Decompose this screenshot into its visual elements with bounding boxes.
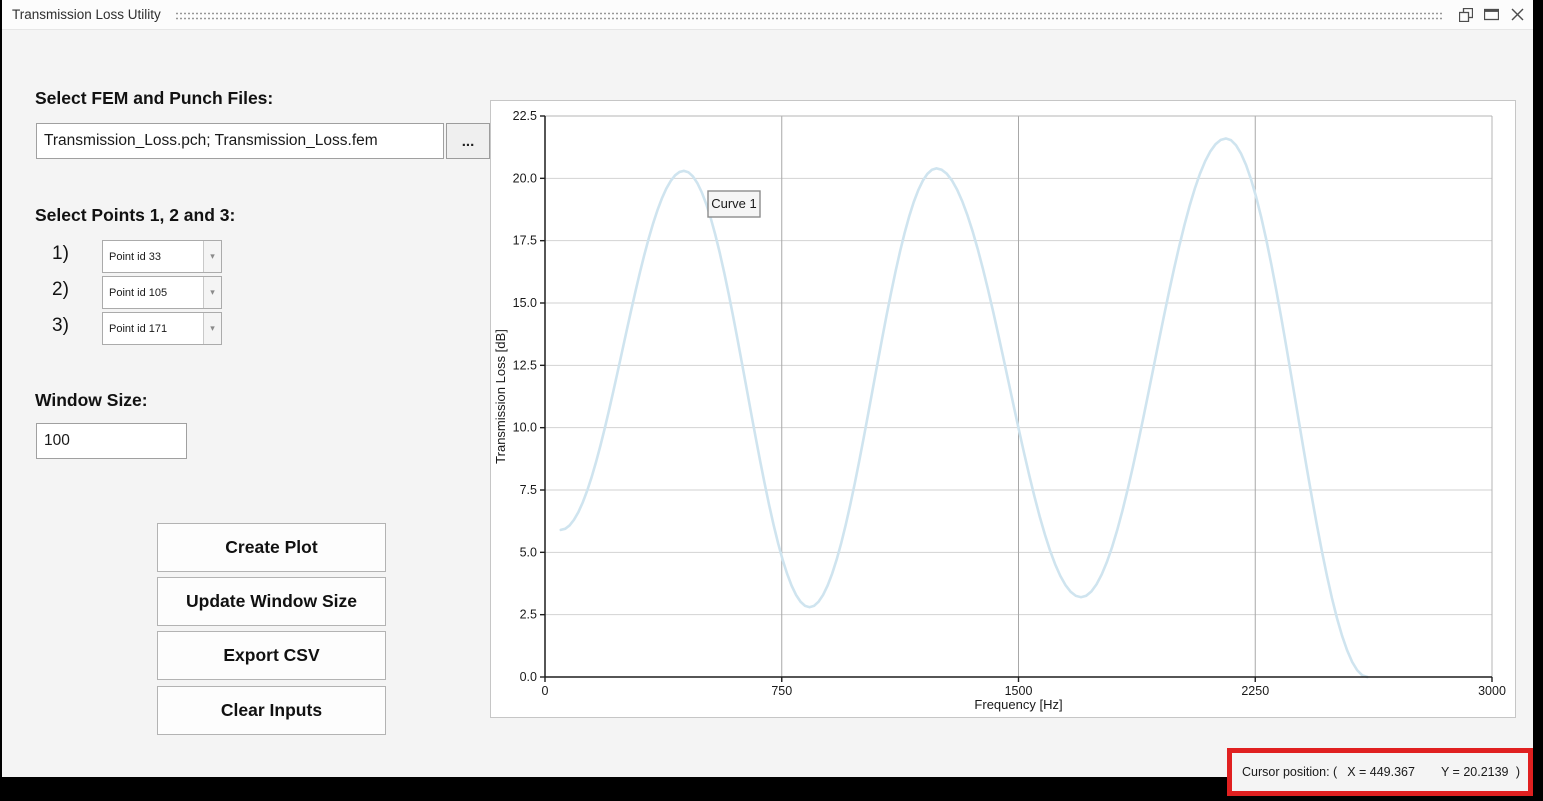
svg-text:22.5: 22.5 <box>513 109 537 123</box>
point3-label: 3) <box>52 315 69 336</box>
point1-dropdown[interactable]: Point id 33 ▾ <box>102 240 222 273</box>
svg-text:10.0: 10.0 <box>513 421 537 435</box>
point1-label: 1) <box>52 243 69 264</box>
svg-text:Frequency [Hz]: Frequency [Hz] <box>974 697 1062 712</box>
clear-inputs-button[interactable]: Clear Inputs <box>157 686 386 735</box>
points-section-heading: Select Points 1, 2 and 3: <box>35 205 236 225</box>
svg-text:1500: 1500 <box>1005 684 1033 698</box>
cursor-position-suffix: ) <box>1515 765 1520 779</box>
restore-icon[interactable] <box>1458 7 1473 22</box>
chart-panel: 0.0 2.5 5.0 7.5 10.0 12.5 15.0 17.5 20.0 22.5 0 750… <box>490 100 1516 718</box>
point3-dropdown-value: Point id 171 <box>109 322 168 335</box>
export-csv-button[interactable]: Export CSV <box>157 631 386 680</box>
svg-text:15.0: 15.0 <box>513 296 537 310</box>
point2-label: 2) <box>52 279 69 300</box>
svg-text:2250: 2250 <box>1241 684 1269 698</box>
cursor-position-highlight-box: Cursor position: ( X = 449.367 Y = 20.21… <box>1227 748 1533 796</box>
svg-text:3000: 3000 <box>1478 684 1506 698</box>
svg-text:Transmission Loss [dB]: Transmission Loss [dB] <box>493 329 508 464</box>
window-size-heading: Window Size: <box>35 390 148 410</box>
app-window: Transmission Loss Utility Select FEM and… <box>2 0 1533 777</box>
transmission-loss-chart[interactable]: 0.0 2.5 5.0 7.5 10.0 12.5 15.0 17.5 20.0 22.5 0 750… <box>491 101 1515 716</box>
cursor-x-readout: X = 449.367 <box>1347 765 1415 779</box>
svg-text:12.5: 12.5 <box>513 358 537 372</box>
chevron-down-icon[interactable]: ▾ <box>203 313 221 344</box>
file-path-input[interactable]: Transmission_Loss.pch; Transmission_Loss… <box>36 123 444 159</box>
cursor-y-readout: Y = 20.2139 <box>1440 765 1509 779</box>
svg-text:5.0: 5.0 <box>520 545 537 559</box>
chevron-down-icon[interactable]: ▾ <box>203 277 221 308</box>
window-title: Transmission Loss Utility <box>12 7 161 22</box>
screen: Transmission Loss Utility Select FEM and… <box>0 0 1543 801</box>
svg-text:7.5: 7.5 <box>520 483 537 497</box>
file-section-heading: Select FEM and Punch Files: <box>35 88 274 108</box>
maximize-icon[interactable] <box>1484 7 1499 22</box>
close-icon[interactable] <box>1510 7 1525 22</box>
svg-text:750: 750 <box>771 684 792 698</box>
svg-text:0.0: 0.0 <box>520 670 537 684</box>
update-window-size-button[interactable]: Update Window Size <box>157 577 386 626</box>
svg-text:2.5: 2.5 <box>520 608 537 622</box>
create-plot-button[interactable]: Create Plot <box>157 523 386 572</box>
point2-dropdown[interactable]: Point id 105 ▾ <box>102 276 222 309</box>
browse-files-button[interactable]: ... <box>446 123 490 159</box>
point1-dropdown-value: Point id 33 <box>109 250 161 263</box>
point2-dropdown-value: Point id 105 <box>109 286 168 299</box>
point3-dropdown[interactable]: Point id 171 ▾ <box>102 312 222 345</box>
svg-text:0: 0 <box>542 684 549 698</box>
window-controls <box>1458 7 1525 22</box>
svg-text:Curve 1: Curve 1 <box>711 196 757 211</box>
title-bar[interactable]: Transmission Loss Utility <box>2 0 1533 30</box>
chevron-down-icon[interactable]: ▾ <box>203 241 221 272</box>
svg-text:20.0: 20.0 <box>513 171 537 185</box>
window-size-input[interactable]: 100 <box>36 423 187 459</box>
titlebar-dots-texture <box>174 9 1444 20</box>
svg-text:17.5: 17.5 <box>513 234 537 248</box>
cursor-position-prefix: Cursor position: ( <box>1242 765 1338 779</box>
